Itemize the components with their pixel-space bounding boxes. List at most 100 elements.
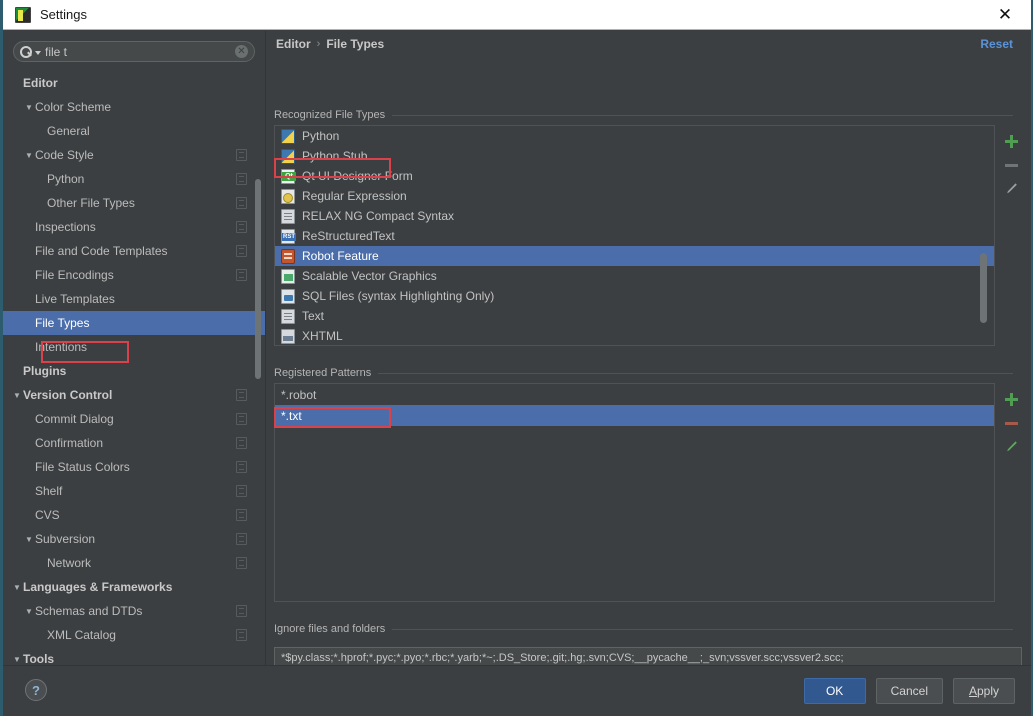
twisty-open-icon[interactable]: ▼	[23, 151, 35, 160]
sidebar-item-subversion[interactable]: ▼Subversion	[3, 527, 265, 551]
copy-settings-icon[interactable]	[236, 389, 247, 401]
sidebar-item-label: Shelf	[35, 484, 62, 498]
sidebar-item-python[interactable]: Python	[3, 167, 265, 191]
sidebar-item-color-scheme[interactable]: ▼Color Scheme	[3, 95, 265, 119]
copy-settings-icon[interactable]	[236, 461, 247, 473]
registered-patterns-remove-button[interactable]	[999, 411, 1023, 435]
pattern-label: *.robot	[281, 388, 316, 402]
copy-settings-icon[interactable]	[236, 149, 247, 161]
twisty-open-icon[interactable]: ▼	[11, 391, 23, 400]
copy-settings-icon[interactable]	[236, 221, 247, 233]
sidebar-item-label: Schemas and DTDs	[35, 604, 142, 618]
help-icon[interactable]: ?	[25, 679, 47, 701]
sidebar-item-label: Editor	[23, 76, 58, 90]
pattern-row[interactable]: *.txt	[275, 405, 994, 426]
search-input[interactable]: file t ✕	[13, 41, 255, 62]
file-type-row[interactable]: SQL Files (syntax Highlighting Only)	[275, 286, 994, 306]
recognized-list-scrollbar[interactable]	[980, 253, 987, 323]
copy-settings-icon[interactable]	[236, 413, 247, 425]
file-type-label: XHTML	[302, 329, 343, 343]
file-type-row[interactable]: XHTML	[275, 326, 994, 346]
twisty-open-icon[interactable]: ▼	[23, 607, 35, 616]
window-title: Settings	[40, 7, 87, 22]
sidebar-item-schemas-and-dtds[interactable]: ▼Schemas and DTDs	[3, 599, 265, 623]
twisty-open-icon[interactable]: ▼	[11, 583, 23, 592]
sidebar-item-label: General	[47, 124, 90, 138]
sidebar-item-general[interactable]: General	[3, 119, 265, 143]
sidebar-scrollbar[interactable]	[255, 179, 261, 379]
breadcrumb-parent[interactable]: Editor	[276, 37, 311, 51]
file-type-label: Text	[302, 309, 324, 323]
clear-icon[interactable]: ✕	[235, 45, 248, 58]
registered-patterns-edit-button[interactable]	[999, 435, 1023, 459]
copy-settings-icon[interactable]	[236, 269, 247, 281]
sidebar-item-xml-catalog[interactable]: XML Catalog	[3, 623, 265, 647]
recognized-file-types-edit-button[interactable]	[999, 177, 1023, 201]
file-type-row[interactable]: Text	[275, 306, 994, 326]
sidebar-item-label: Tools	[23, 652, 54, 665]
sidebar-item-file-status-colors[interactable]: File Status Colors	[3, 455, 265, 479]
file-type-row[interactable]: Python	[275, 126, 994, 146]
sidebar-item-file-types[interactable]: File Types	[3, 311, 265, 335]
sidebar-item-inspections[interactable]: Inspections	[3, 215, 265, 239]
apply-button[interactable]: Apply	[953, 678, 1015, 704]
sidebar-item-file-and-code-templates[interactable]: File and Code Templates	[3, 239, 265, 263]
registered-patterns-list[interactable]: *.robot *.txt	[274, 383, 995, 602]
sidebar-item-file-encodings[interactable]: File Encodings	[3, 263, 265, 287]
sidebar-item-cvs[interactable]: CVS	[3, 503, 265, 527]
recognized-file-types-list[interactable]: PythonPython StubQt UI Designer FormRegu…	[274, 125, 995, 346]
sidebar-item-code-style[interactable]: ▼Code Style	[3, 143, 265, 167]
sidebar-item-label: XML Catalog	[47, 628, 116, 642]
sidebar-item-network[interactable]: Network	[3, 551, 265, 575]
copy-settings-icon[interactable]	[236, 509, 247, 521]
copy-settings-icon[interactable]	[236, 245, 247, 257]
svg-icon	[281, 269, 295, 284]
sidebar-item-plugins[interactable]: Plugins	[3, 359, 265, 383]
copy-settings-icon[interactable]	[236, 173, 247, 185]
sidebar-item-other-file-types[interactable]: Other File Types	[3, 191, 265, 215]
search-value: file t	[45, 45, 235, 59]
file-type-row[interactable]: Scalable Vector Graphics	[275, 266, 994, 286]
recognized-file-types-add-button[interactable]	[999, 129, 1023, 153]
pattern-row[interactable]: *.robot	[275, 384, 994, 405]
sidebar-item-intentions[interactable]: Intentions	[3, 335, 265, 359]
ok-button[interactable]: OK	[804, 678, 866, 704]
sidebar-item-label: Live Templates	[35, 292, 115, 306]
text-file-icon	[281, 309, 295, 324]
sidebar-item-version-control[interactable]: ▼Version Control	[3, 383, 265, 407]
reset-link[interactable]: Reset	[980, 37, 1013, 51]
copy-settings-icon[interactable]	[236, 197, 247, 209]
sidebar-item-languages-frameworks[interactable]: ▼Languages & Frameworks	[3, 575, 265, 599]
close-icon[interactable]: ✕	[983, 0, 1027, 29]
cancel-button[interactable]: Cancel	[876, 678, 943, 704]
copy-settings-icon[interactable]	[236, 533, 247, 545]
sidebar-item-shelf[interactable]: Shelf	[3, 479, 265, 503]
sidebar-item-label: File Status Colors	[35, 460, 130, 474]
sidebar-item-tools[interactable]: ▼Tools	[3, 647, 265, 665]
file-type-row[interactable]: Python Stub	[275, 146, 994, 166]
twisty-open-icon[interactable]: ▼	[23, 535, 35, 544]
chevron-down-icon[interactable]	[35, 51, 41, 55]
registered-patterns-add-button[interactable]	[999, 387, 1023, 411]
twisty-open-icon[interactable]: ▼	[11, 655, 23, 664]
sidebar-item-live-templates[interactable]: Live Templates	[3, 287, 265, 311]
ignore-files-value: *$py.class;*.hprof;*.pyc;*.pyo;*.rbc;*.y…	[281, 652, 844, 664]
sidebar-item-label: Color Scheme	[35, 100, 111, 114]
pattern-label: *.txt	[281, 409, 302, 423]
sidebar-item-confirmation[interactable]: Confirmation	[3, 431, 265, 455]
copy-settings-icon[interactable]	[236, 485, 247, 497]
sidebar-item-editor[interactable]: Editor	[3, 71, 265, 95]
sidebar-item-commit-dialog[interactable]: Commit Dialog	[3, 407, 265, 431]
file-type-row[interactable]: Qt UI Designer Form	[275, 166, 994, 186]
qt-form-icon	[281, 169, 295, 184]
file-type-row[interactable]: ReStructuredText	[275, 226, 994, 246]
copy-settings-icon[interactable]	[236, 437, 247, 449]
file-type-row[interactable]: RELAX NG Compact Syntax	[275, 206, 994, 226]
copy-settings-icon[interactable]	[236, 605, 247, 617]
copy-settings-icon[interactable]	[236, 629, 247, 641]
settings-tree[interactable]: Editor▼Color SchemeGeneral▼Code StylePyt…	[3, 71, 265, 665]
copy-settings-icon[interactable]	[236, 557, 247, 569]
file-type-row[interactable]: Regular Expression	[275, 186, 994, 206]
twisty-open-icon[interactable]: ▼	[23, 103, 35, 112]
file-type-row[interactable]: Robot Feature	[275, 246, 994, 266]
